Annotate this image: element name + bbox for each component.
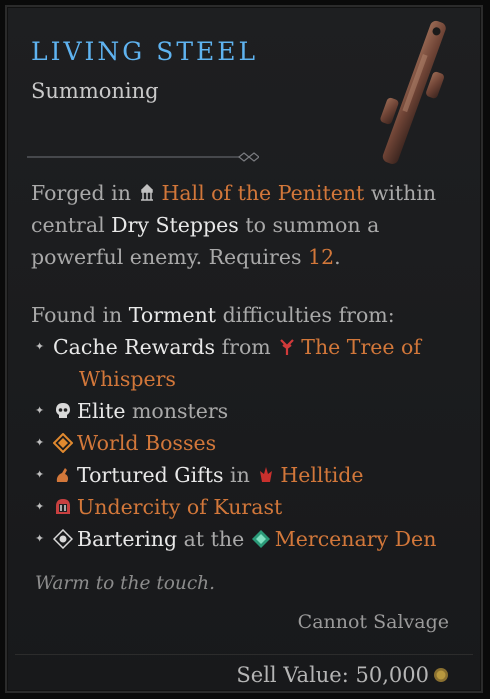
source-item: Elite monsters <box>31 395 471 427</box>
footer-divider <box>15 654 473 655</box>
undercity-link[interactable]: Undercity of Kurast <box>77 495 282 519</box>
section-divider <box>27 152 259 162</box>
helltide-link[interactable]: Helltide <box>280 463 363 487</box>
undercity-icon <box>56 499 70 514</box>
location-link[interactable]: Hall of the Penitent <box>161 181 364 205</box>
tree-of-whispers-icon <box>280 339 295 355</box>
sell-amount: 50,000 <box>355 663 429 687</box>
helltide-icon <box>260 467 273 482</box>
item-tooltip: LIVING STEEL Summoning Forged in Hall of <box>5 5 483 693</box>
living-steel-item-image <box>380 20 446 164</box>
item-name: LIVING STEEL <box>31 37 259 66</box>
sources-heading: Found in Torment difficulties from: <box>31 303 395 327</box>
world-boss-icon <box>53 433 73 453</box>
source-item: Bartering at the Mercenary Den <box>31 523 471 555</box>
tree-of-whispers-link[interactable]: The Tree of <box>301 335 421 359</box>
bartering-icon <box>53 529 73 549</box>
flavor-text: Warm to the touch. <box>35 573 215 594</box>
skull-icon <box>56 403 70 418</box>
tortured-gift-icon <box>56 468 69 482</box>
altar-icon <box>141 183 154 201</box>
region-name: Dry Steppes <box>111 213 239 237</box>
item-description: Forged in Hall of the Penitent within ce… <box>31 177 471 555</box>
source-item: Tortured Gifts in Helltide <box>31 459 471 491</box>
tree-of-whispers-link-cont[interactable]: Whispers <box>53 367 176 391</box>
source-item: World Bosses <box>31 427 471 459</box>
required-level: 12 <box>308 245 335 269</box>
mercenary-den-icon <box>251 530 270 548</box>
gold-coin-icon <box>434 668 448 682</box>
forge-description: Forged in Hall of the Penitent within ce… <box>31 181 437 269</box>
salvage-status: Cannot Salvage <box>297 611 449 633</box>
sell-value: Sell Value: 50,000 <box>236 663 449 687</box>
sources-list: Cache Rewards from The Tree of Whispers … <box>31 331 471 555</box>
difficulty-name: Torment <box>128 303 217 327</box>
item-type: Summoning <box>31 79 159 103</box>
source-item: Cache Rewards from The Tree of Whispers <box>31 331 471 395</box>
world-bosses-link[interactable]: World Bosses <box>77 431 216 455</box>
mercenary-den-link[interactable]: Mercenary Den <box>275 527 437 551</box>
source-item: Undercity of Kurast <box>31 491 471 523</box>
